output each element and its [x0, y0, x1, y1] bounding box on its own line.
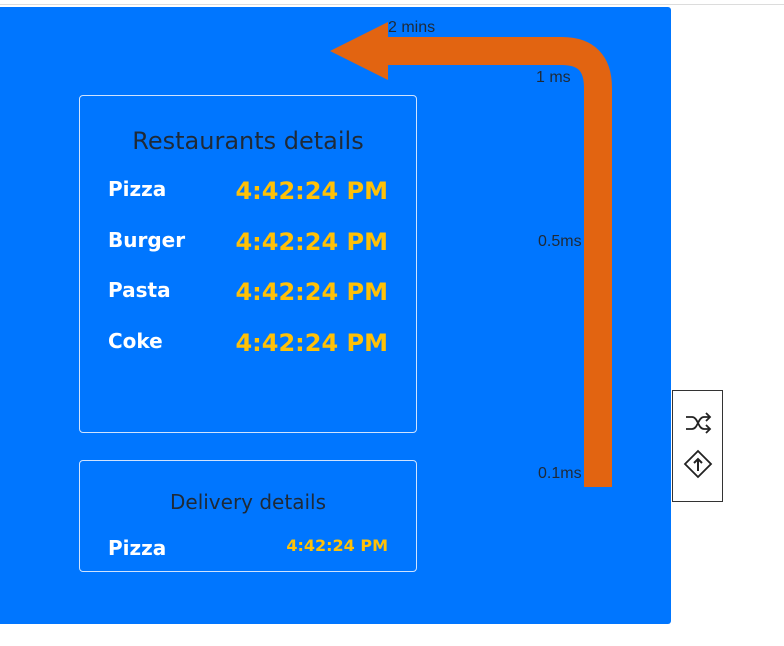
restaurant-item-name: Pasta — [108, 278, 171, 302]
toolbox — [672, 390, 723, 502]
timeline-label: 0.5ms — [538, 233, 582, 250]
restaurant-item-name: Coke — [108, 329, 163, 353]
timeline-label: 2 mins — [388, 19, 436, 36]
restaurants-title: Restaurants details — [132, 127, 364, 155]
main-panel: Restaurants details Pizza 4:42:24 PM Bur… — [0, 7, 671, 624]
delivery-card: Delivery details Pizza 4:42:24 PM — [79, 460, 417, 572]
restaurants-card: Restaurants details Pizza 4:42:24 PM Bur… — [79, 95, 417, 433]
restaurant-item-name: Burger — [108, 228, 186, 252]
restaurant-item-time: 4:42:24 PM — [235, 228, 388, 256]
delivery-item-time: 4:42:24 PM — [286, 536, 388, 555]
restaurant-item-time: 4:42:24 PM — [235, 329, 388, 357]
restaurant-item-time: 4:42:24 PM — [235, 278, 388, 306]
delivery-item-name: Pizza — [108, 536, 167, 560]
delivery-title: Delivery details — [169, 490, 326, 514]
shuffle-icon[interactable] — [683, 408, 713, 438]
restaurant-item-name: Pizza — [108, 177, 167, 201]
timeline-label: 0.1ms — [538, 465, 582, 482]
restaurant-item-time: 4:42:24 PM — [235, 177, 388, 205]
turn-direction-icon[interactable] — [683, 449, 713, 479]
timeline-label: 1 ms — [536, 69, 571, 86]
top-divider — [0, 4, 784, 5]
